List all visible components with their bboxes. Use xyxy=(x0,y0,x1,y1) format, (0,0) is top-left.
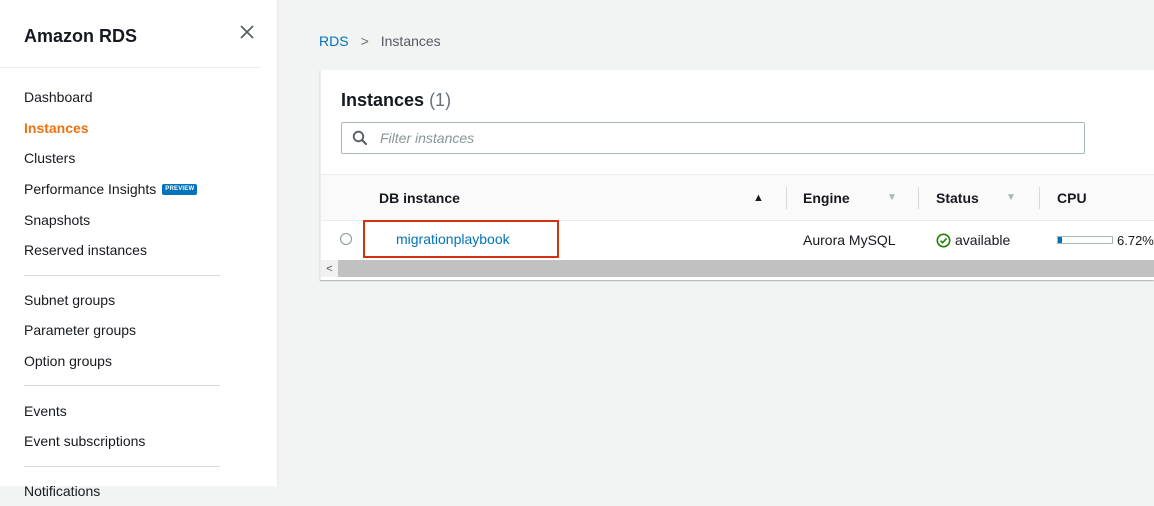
db-instance-link[interactable]: migrationplaybook xyxy=(363,220,559,258)
column-separator xyxy=(1039,187,1040,209)
cpu-progress-bar xyxy=(1057,236,1113,244)
sidebar-item-reserved-instances[interactable]: Reserved instances xyxy=(0,235,277,266)
sidebar-item-label: Clusters xyxy=(24,150,76,167)
sidebar-divider xyxy=(24,274,220,276)
sidebar-item-performance-insights[interactable]: Performance Insights PREVIEW xyxy=(0,174,277,205)
sidebar-divider xyxy=(24,385,220,387)
instances-panel: Instances (1) DB instance ▲ Engine ▼ Sta… xyxy=(320,70,1154,280)
scroll-left-arrow[interactable]: < xyxy=(321,260,338,277)
row-select-radio[interactable] xyxy=(340,233,352,245)
sidebar-item-notifications[interactable]: Notifications xyxy=(0,476,277,506)
sidebar-item-label: Notifications xyxy=(24,482,101,499)
sidebar-item-instances[interactable]: Instances xyxy=(0,113,277,144)
breadcrumb: RDS > Instances xyxy=(319,33,441,49)
breadcrumb-separator: > xyxy=(360,33,369,49)
check-circle-icon xyxy=(936,233,951,248)
sidebar-item-label: Instances xyxy=(24,119,89,136)
sidebar-item-event-subscriptions[interactable]: Event subscriptions xyxy=(0,426,277,457)
column-header-label: Engine xyxy=(803,189,850,206)
sidebar-item-label: Event subscriptions xyxy=(24,433,146,450)
sidebar-item-events[interactable]: Events xyxy=(0,395,277,426)
sidebar-item-label: Subnet groups xyxy=(24,291,116,308)
search-icon xyxy=(352,130,368,146)
filter-input[interactable] xyxy=(378,129,1062,147)
sidebar-item-label: Dashboard xyxy=(24,89,93,106)
engine-cell: Aurora MySQL xyxy=(803,232,896,248)
sidebar-item-subnet-groups[interactable]: Subnet groups xyxy=(0,285,277,316)
page-title: Instances (1) xyxy=(341,90,451,111)
sidebar-header: Amazon RDS xyxy=(0,0,261,68)
cpu-progress-fill xyxy=(1058,237,1062,243)
status-cell: available xyxy=(936,220,1010,260)
sidebar-nav: Dashboard Instances Clusters Performance… xyxy=(0,68,277,506)
sidebar-item-parameter-groups[interactable]: Parameter groups xyxy=(0,315,277,346)
status-text: available xyxy=(955,232,1011,248)
sidebar-divider xyxy=(24,465,220,467)
column-header-engine[interactable]: Engine ▼ xyxy=(803,175,907,220)
sidebar-item-clusters[interactable]: Clusters xyxy=(0,143,277,174)
sidebar-item-snapshots[interactable]: Snapshots xyxy=(0,204,277,235)
table-header: DB instance ▲ Engine ▼ Status ▼ CPU xyxy=(321,174,1154,221)
sidebar-item-dashboard[interactable]: Dashboard xyxy=(0,82,277,113)
panel-title-text: Instances xyxy=(341,90,425,110)
sidebar-item-label: Option groups xyxy=(24,353,112,370)
breadcrumb-rds-link[interactable]: RDS xyxy=(319,33,349,49)
column-header-label: CPU xyxy=(1057,189,1087,206)
instance-count: (1) xyxy=(429,90,452,110)
sidebar-item-label: Reserved instances xyxy=(24,242,147,259)
sort-descending-icon[interactable]: ▼ xyxy=(1006,192,1016,203)
column-separator xyxy=(786,187,787,209)
sidebar-item-label: Events xyxy=(24,402,67,419)
sort-descending-icon[interactable]: ▼ xyxy=(887,192,897,203)
cpu-value: 6.72% xyxy=(1117,232,1154,248)
sidebar-title: Amazon RDS xyxy=(24,26,138,46)
breadcrumb-current: Instances xyxy=(380,33,441,49)
sidebar: Amazon RDS Dashboard Instances Clusters … xyxy=(0,0,278,499)
close-icon[interactable] xyxy=(237,22,257,42)
preview-badge: PREVIEW xyxy=(162,183,198,195)
sort-ascending-icon[interactable]: ▲ xyxy=(753,192,764,204)
db-instance-name: migrationplaybook xyxy=(396,231,510,247)
column-header-db-instance[interactable]: DB instance ▲ xyxy=(379,175,779,220)
column-separator xyxy=(918,187,919,209)
sidebar-item-label: Performance Insights xyxy=(24,181,157,198)
sidebar-item-option-groups[interactable]: Option groups xyxy=(0,346,277,377)
column-header-label: DB instance xyxy=(379,189,460,206)
sidebar-item-label: Snapshots xyxy=(24,211,91,228)
filter-box[interactable] xyxy=(341,122,1085,154)
column-header-label: Status xyxy=(936,189,979,206)
horizontal-scrollbar[interactable]: < xyxy=(321,260,1154,277)
sidebar-item-label: Parameter groups xyxy=(24,322,137,339)
column-header-status[interactable]: Status ▼ xyxy=(936,175,1036,220)
column-header-cpu[interactable]: CPU xyxy=(1057,175,1147,220)
table-row: migrationplaybook Aurora MySQL available… xyxy=(321,220,1154,260)
cpu-cell: 6.72% xyxy=(1057,220,1154,260)
